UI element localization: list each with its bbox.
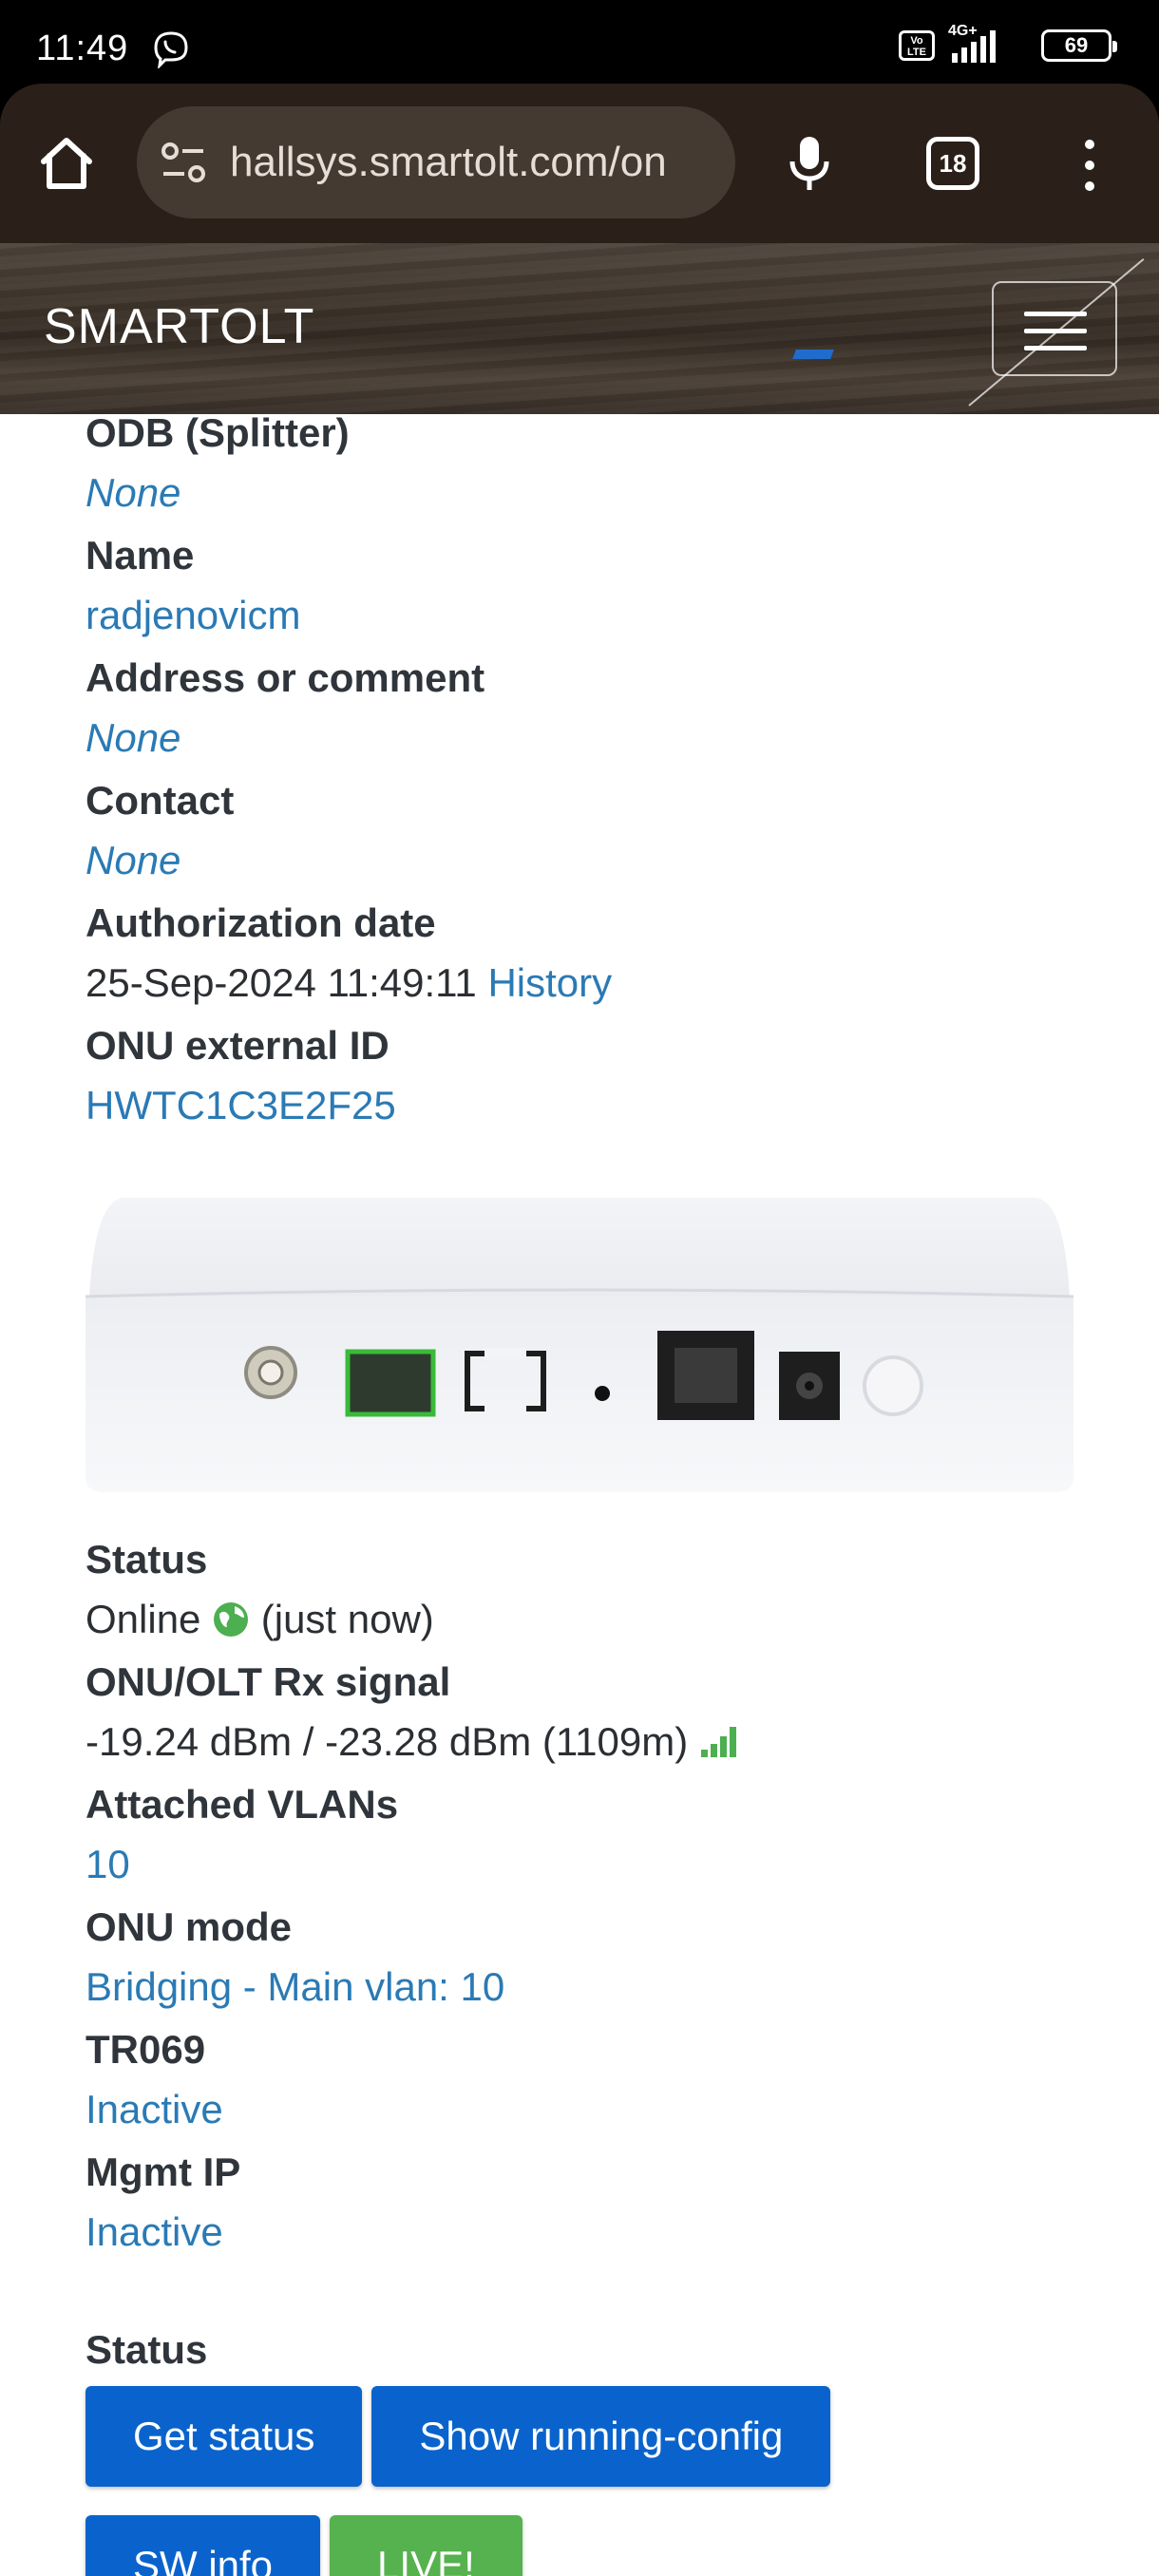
vlans-label: Attached VLANs	[86, 1782, 399, 1827]
odb-value[interactable]: None	[86, 467, 1130, 529]
get-status-button[interactable]: Get status	[86, 2386, 363, 2487]
odb-label: ODB (Splitter)	[86, 410, 350, 455]
status-bar: 11:49 Vo LTE 4G+ 69	[0, 0, 1159, 84]
microphone-icon[interactable]	[788, 133, 830, 194]
site-navbar: SMARTOLT	[0, 243, 1159, 414]
address-bar[interactable]: hallsys.smartolt.com/on	[137, 106, 735, 218]
home-icon[interactable]	[36, 133, 97, 194]
onu-mode-label: ONU mode	[86, 1904, 293, 1949]
authorization-date-label: Authorization date	[86, 900, 436, 945]
mgmt-ip-value[interactable]: Inactive	[86, 2207, 1130, 2268]
brand-logo[interactable]: SMARTOLT	[44, 298, 314, 355]
rx-signal-label: ONU/OLT Rx signal	[86, 1659, 451, 1704]
onu-mode-value[interactable]: Bridging - Main vlan: 10	[86, 1961, 1130, 2023]
rx-signal-row: -19.24 dBm / -23.28 dBm (1109m)	[86, 1716, 1130, 1778]
clock: 11:49	[36, 28, 129, 68]
action-buttons-row-2: SW info LIVE!	[86, 2515, 522, 2576]
status-row: Online (just now)	[86, 1594, 1130, 1656]
header-decoration	[792, 350, 834, 359]
sw-info-button[interactable]: SW info	[86, 2515, 321, 2576]
battery-icon: 69	[1041, 29, 1117, 62]
action-buttons-row: Get status Show running-config	[86, 2386, 831, 2487]
signal-icon: 4G+	[948, 23, 1028, 65]
status-value: Online	[86, 1597, 201, 1641]
globe-icon	[214, 1602, 249, 1637]
live-button[interactable]: LIVE!	[330, 2515, 522, 2576]
more-menu-icon[interactable]	[1075, 135, 1104, 196]
mgmt-ip-label: Mgmt IP	[86, 2150, 241, 2194]
browser-toolbar: hallsys.smartolt.com/on 18	[0, 84, 1159, 243]
contact-label: Contact	[86, 778, 235, 823]
tr069-value[interactable]: Inactive	[86, 2084, 1130, 2146]
viber-icon	[154, 31, 188, 68]
name-label: Name	[86, 533, 195, 578]
nav-toggle-button[interactable]	[992, 281, 1117, 376]
address-label: Address or comment	[86, 655, 485, 700]
tr069-label: TR069	[86, 2027, 206, 2072]
authorization-date-row: 25-Sep-2024 11:49:11 History	[86, 957, 1130, 1019]
tab-switcher-button[interactable]: 18	[926, 137, 979, 190]
site-settings-icon[interactable]	[160, 141, 207, 184]
onu-details: ODB (Splitter) None Name radjenovicm Add…	[86, 407, 1130, 1142]
url-text[interactable]: hallsys.smartolt.com/on	[230, 139, 724, 186]
actions-title: Status	[86, 2327, 208, 2372]
rx-signal-value: -19.24 dBm / -23.28 dBm (1109m)	[86, 1719, 689, 1764]
onu-device-image	[86, 1198, 1074, 1492]
show-running-config-button[interactable]: Show running-config	[371, 2386, 831, 2487]
status-time: (just now)	[260, 1597, 434, 1641]
external-id-label: ONU external ID	[86, 1023, 390, 1068]
status-label: Status	[86, 1537, 208, 1582]
signal-strength-icon	[700, 1727, 736, 1757]
name-value[interactable]: radjenovicm	[86, 590, 1130, 652]
contact-value[interactable]: None	[86, 835, 1130, 897]
authorization-date-value: 25-Sep-2024 11:49:11	[86, 960, 477, 1005]
onu-status-details: Status Online (just now) ONU/OLT Rx sign…	[86, 1533, 1130, 2268]
volte-icon: Vo LTE	[899, 30, 935, 61]
external-id-value[interactable]: HWTC1C3E2F25	[86, 1080, 1130, 1142]
history-link[interactable]: History	[487, 960, 612, 1005]
address-value[interactable]: None	[86, 712, 1130, 774]
vlans-value[interactable]: 10	[86, 1839, 1130, 1901]
